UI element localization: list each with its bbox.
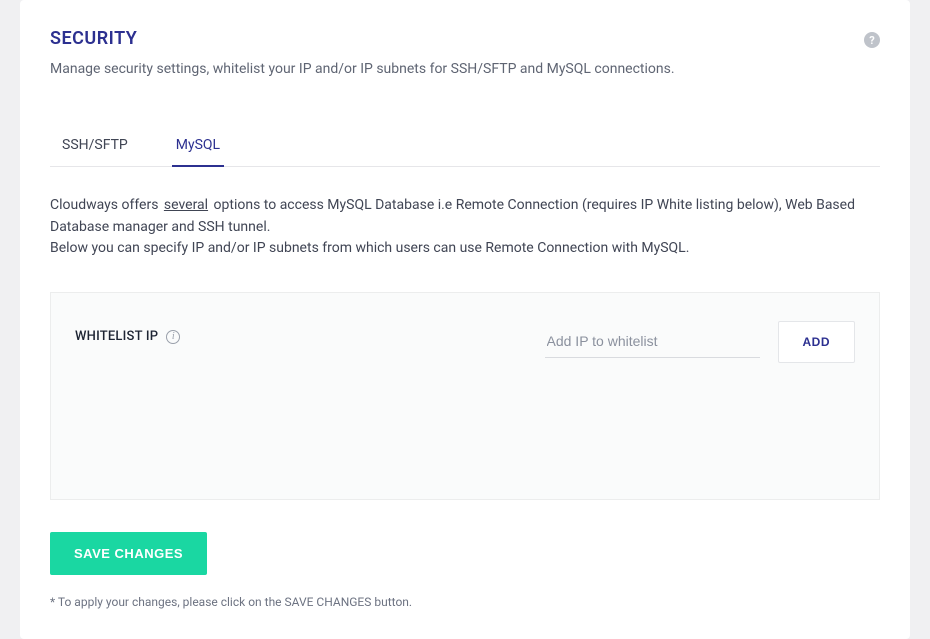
help-icon[interactable]: ? bbox=[864, 32, 880, 48]
footnote: * To apply your changes, please click on… bbox=[50, 595, 880, 609]
tabs: SSH/SFTP MySQL bbox=[50, 128, 880, 167]
security-settings-card: SECURITY Manage security settings, white… bbox=[20, 0, 910, 639]
whitelist-label-wrap: WHITELIST IP i bbox=[75, 321, 180, 344]
desc-part1: Cloudways offers bbox=[50, 197, 162, 213]
tab-description: Cloudways offers several options to acce… bbox=[50, 195, 880, 260]
whitelist-input-group: ADD bbox=[545, 321, 856, 363]
whitelist-label: WHITELIST IP bbox=[75, 329, 158, 344]
whitelist-row: WHITELIST IP i ADD bbox=[75, 321, 855, 363]
tab-ssh-sftp[interactable]: SSH/SFTP bbox=[58, 129, 132, 167]
info-icon[interactable]: i bbox=[166, 330, 180, 344]
page-subtitle: Manage security settings, whitelist your… bbox=[50, 59, 675, 80]
whitelist-ip-input[interactable] bbox=[545, 327, 760, 358]
header-text-block: SECURITY Manage security settings, white… bbox=[50, 28, 675, 80]
several-link[interactable]: several bbox=[162, 197, 210, 213]
whitelist-panel: WHITELIST IP i ADD bbox=[50, 292, 880, 500]
page-title: SECURITY bbox=[50, 28, 675, 49]
desc-line2: Below you can specify IP and/or IP subne… bbox=[50, 240, 689, 256]
header-row: SECURITY Manage security settings, white… bbox=[50, 28, 880, 80]
save-changes-button[interactable]: SAVE CHANGES bbox=[50, 532, 207, 575]
add-button[interactable]: ADD bbox=[778, 321, 856, 363]
tab-mysql[interactable]: MySQL bbox=[172, 129, 224, 167]
